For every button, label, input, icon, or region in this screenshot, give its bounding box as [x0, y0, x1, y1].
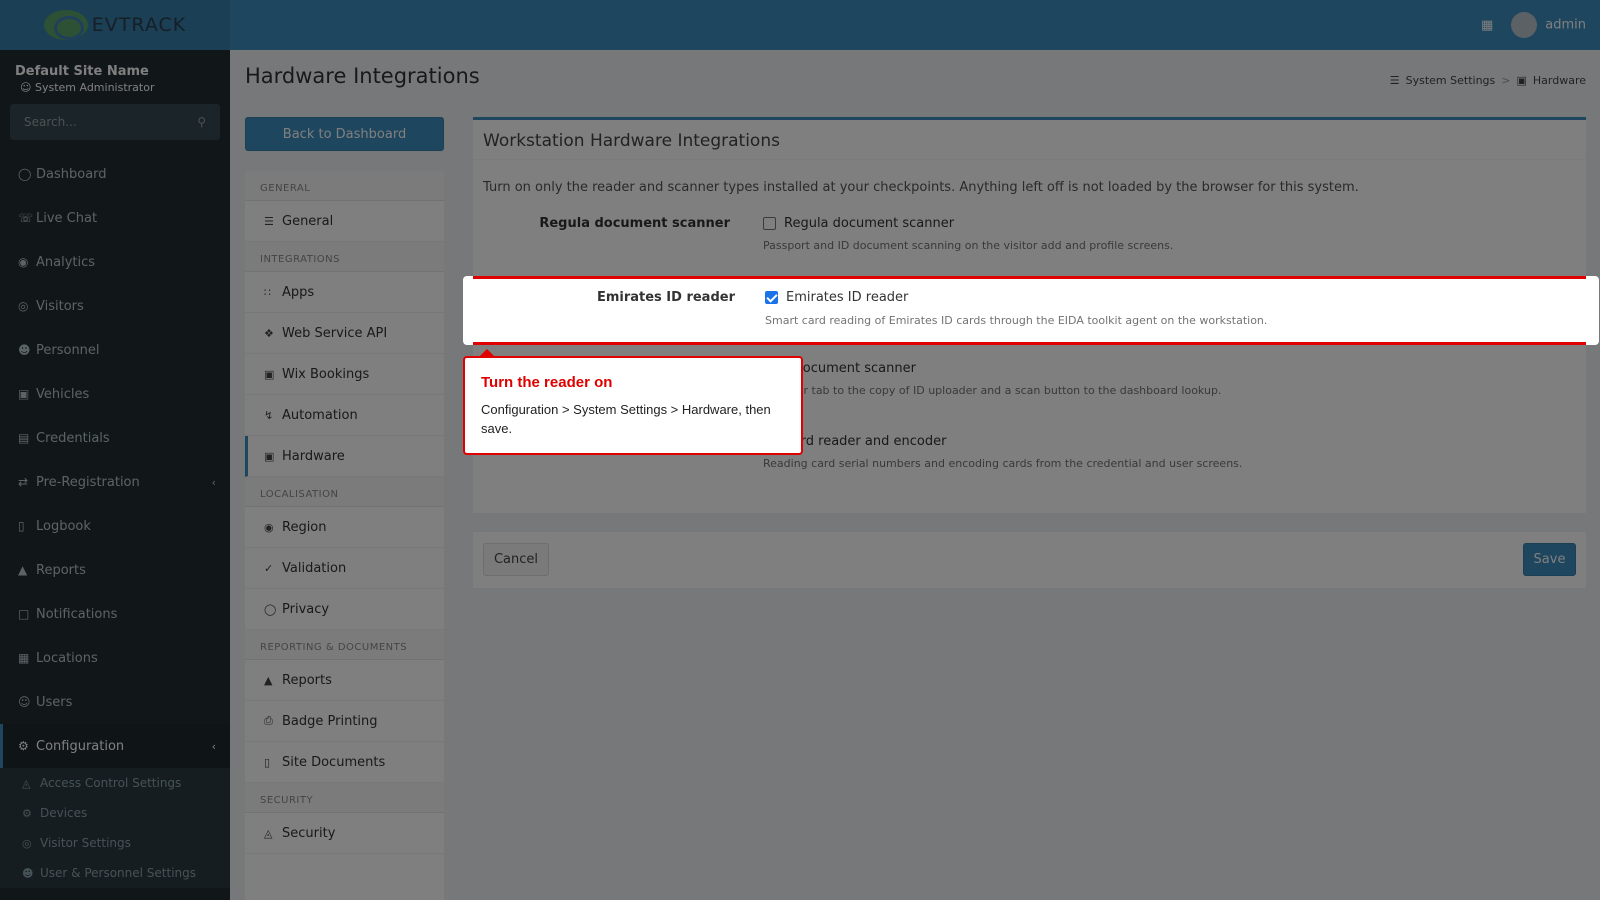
- tutorial-callout: Turn the reader on Configuration > Syste…: [463, 349, 803, 455]
- callout-body: Configuration > System Settings > Hardwa…: [481, 402, 771, 436]
- spotlight-frame: [473, 276, 1586, 345]
- callout-title: Turn the reader on: [481, 374, 613, 391]
